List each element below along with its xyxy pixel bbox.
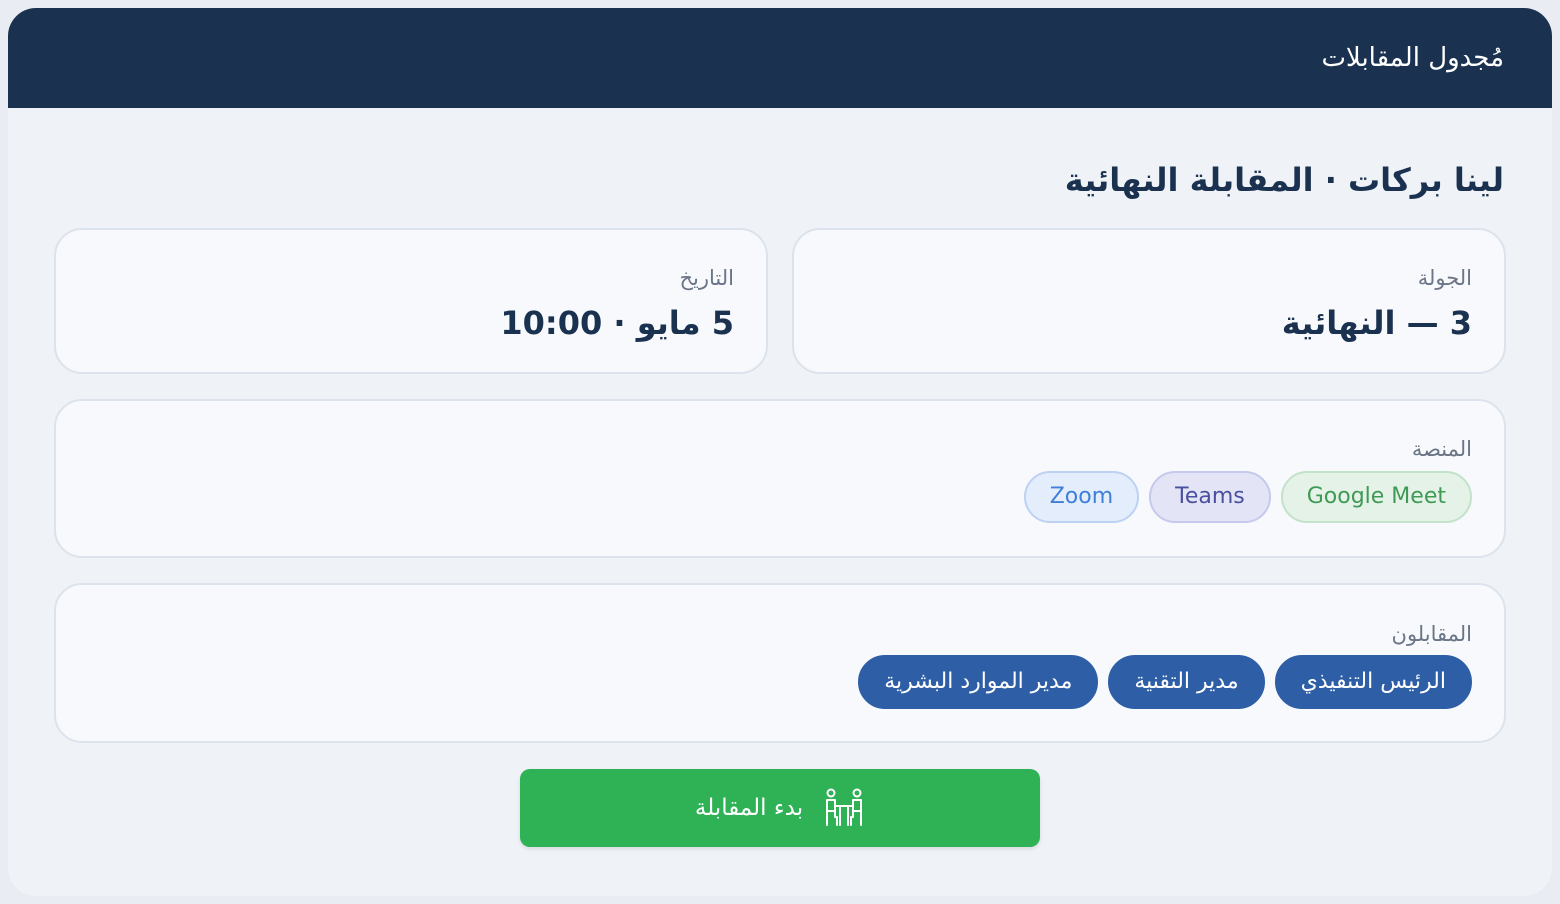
app-title: مُجدول المقابلات: [1321, 43, 1504, 73]
interviewer-chip-hr-manager[interactable]: مدير الموارد البشرية: [858, 655, 1099, 709]
interviewer-chip-cto[interactable]: مدير التقنية: [1108, 655, 1265, 709]
interview-icon: [826, 788, 863, 826]
interviewer-chip-ceo[interactable]: الرئيس التنفيذي: [1274, 655, 1472, 709]
platform-option-google-meet[interactable]: Google Meet: [1280, 471, 1472, 523]
date-label: التاريخ: [679, 266, 734, 290]
platform-label: المنصة: [1411, 437, 1472, 461]
round-value: 3 — النهائية: [1281, 304, 1472, 342]
interviewer-list: الرئيس التنفيذي مدير التقنية مدير الموار…: [858, 655, 1472, 709]
platform-card: المنصة Google Meet Teams Zoom: [54, 399, 1506, 558]
platform-option-teams[interactable]: Teams: [1149, 471, 1271, 523]
date-card: التاريخ 5 مايو · 10:00: [54, 228, 768, 374]
app-header: مُجدول المقابلات: [8, 8, 1552, 108]
app-window: مُجدول المقابلات لينا بركات · المقابلة ا…: [8, 8, 1552, 896]
start-interview-label: بدء المقابلة: [694, 795, 804, 821]
interviewers-card: المقابلون الرئيس التنفيذي مدير التقنية م…: [54, 583, 1506, 743]
round-label: الجولة: [1417, 266, 1472, 290]
platform-option-zoom[interactable]: Zoom: [1023, 471, 1140, 523]
platform-options: Google Meet Teams Zoom: [1023, 471, 1472, 523]
round-card: الجولة 3 — النهائية: [792, 228, 1506, 374]
interviewers-label: المقابلون: [1391, 622, 1472, 646]
date-value: 5 مايو · 10:00: [500, 304, 734, 342]
page-title: لينا بركات · المقابلة النهائية: [1064, 161, 1504, 199]
start-interview-button[interactable]: بدء المقابلة: [520, 769, 1040, 847]
